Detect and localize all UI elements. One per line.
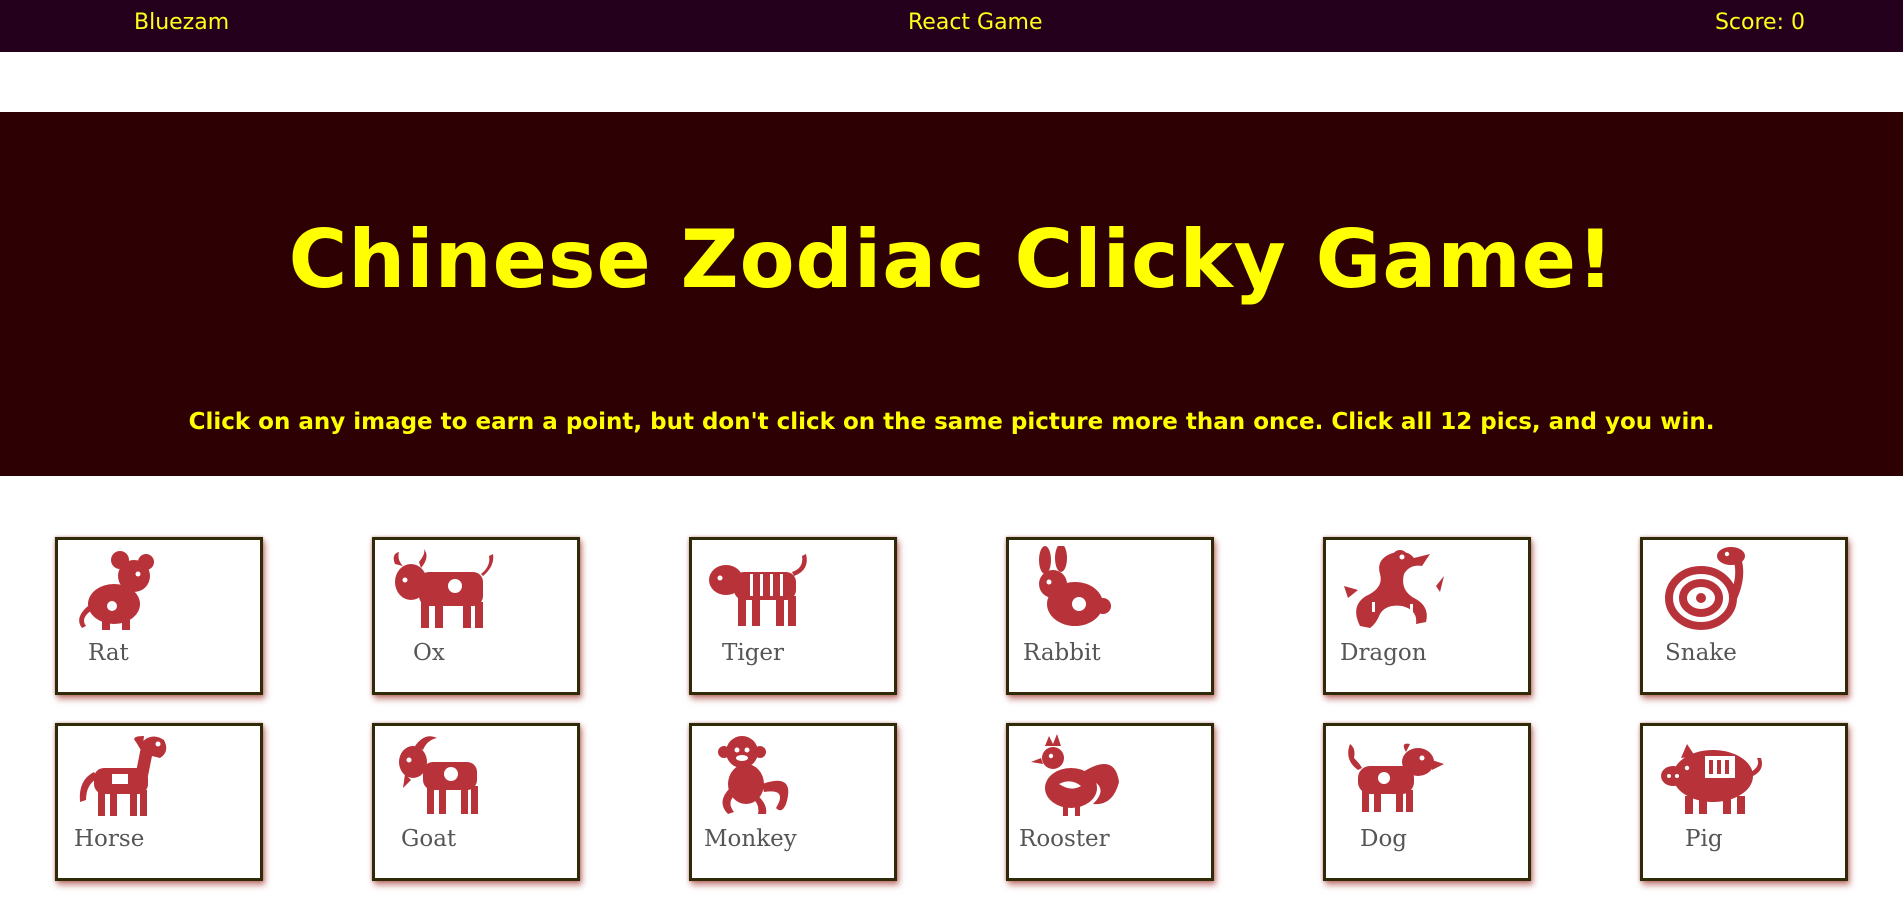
card-label: Dragon — [1340, 640, 1427, 666]
card-label: Tiger — [722, 640, 785, 666]
game-title-link[interactable]: React Game — [908, 0, 1043, 46]
card-snake[interactable]: Snake — [1640, 537, 1848, 695]
card-label: Rooster — [1019, 826, 1110, 852]
card-horse[interactable]: Horse — [55, 723, 263, 881]
score-display: Score: 0 — [1714, 10, 1805, 35]
horse-icon — [79, 736, 167, 816]
card-tiger[interactable]: Tiger — [689, 537, 897, 695]
monkey-icon — [718, 736, 789, 814]
card-pig[interactable]: Pig — [1640, 723, 1848, 881]
card-rooster[interactable]: Rooster — [1006, 723, 1214, 881]
game-instructions: Click on any image to earn a point, but … — [188, 409, 1715, 435]
rooster-icon — [1031, 734, 1119, 816]
card-label: Dog — [1360, 826, 1408, 852]
card-rat[interactable]: Rat — [55, 537, 263, 695]
card-label: Snake — [1665, 640, 1737, 666]
card-goat[interactable]: Goat — [372, 723, 580, 881]
brand-link[interactable]: Bluezam — [134, 0, 229, 46]
pig-icon — [1661, 744, 1762, 814]
card-dog[interactable]: Dog — [1323, 723, 1531, 881]
card-label: Monkey — [704, 826, 797, 852]
dragon-icon — [1344, 550, 1444, 628]
card-label: Horse — [74, 826, 145, 852]
card-monkey[interactable]: Monkey — [689, 723, 897, 881]
goat-icon — [399, 736, 478, 814]
card-label: Ox — [413, 640, 445, 666]
card-label: Goat — [401, 826, 457, 852]
card-ox[interactable]: Ox — [372, 537, 580, 695]
card-dragon[interactable]: Dragon — [1323, 537, 1531, 695]
tiger-icon — [709, 554, 807, 626]
navbar: Bluezam React Game Score: 0 — [0, 0, 1903, 52]
snake-icon — [1665, 547, 1745, 630]
card-label: Pig — [1685, 826, 1723, 852]
card-label: Rabbit — [1023, 640, 1101, 666]
page-title: Chinese Zodiac Clicky Game! — [288, 213, 1615, 306]
rat-icon — [79, 551, 154, 630]
ox-icon — [393, 548, 494, 628]
card-label: Rat — [88, 640, 129, 666]
dog-icon — [1348, 743, 1444, 812]
card-rabbit[interactable]: Rabbit — [1006, 537, 1214, 695]
rabbit-icon — [1039, 546, 1111, 626]
